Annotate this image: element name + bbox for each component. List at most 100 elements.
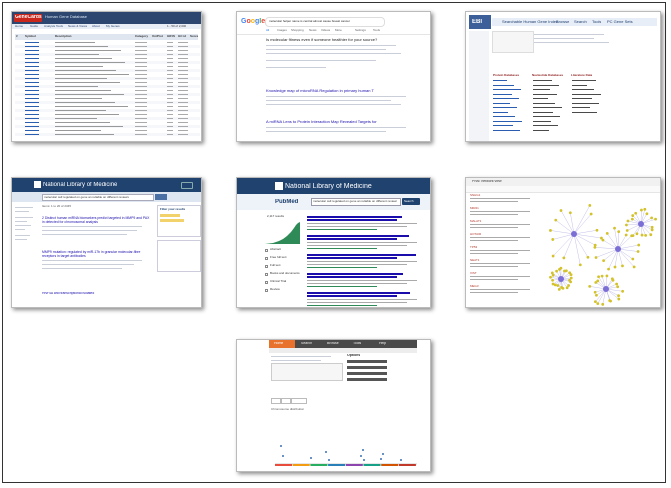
table-row[interactable] — [15, 121, 200, 124]
link-item[interactable] — [533, 125, 558, 126]
graph-node[interactable] — [569, 276, 573, 280]
graph-node[interactable] — [549, 275, 552, 279]
gene-symbol-link[interactable] — [25, 54, 39, 55]
gene-symbol-link[interactable] — [25, 102, 39, 103]
graph-node[interactable] — [644, 233, 648, 237]
graph-node[interactable] — [621, 264, 624, 268]
graph-node[interactable] — [600, 274, 604, 278]
tab-images[interactable]: Images — [277, 29, 287, 32]
data-point[interactable] — [363, 459, 365, 461]
graph-node[interactable] — [601, 302, 605, 306]
graph-node[interactable] — [605, 232, 609, 235]
chromosome-segment[interactable] — [363, 464, 381, 466]
chromosome-segment[interactable] — [398, 464, 416, 466]
network-graph[interactable] — [546, 194, 660, 306]
control-button[interactable] — [281, 398, 291, 404]
link-item[interactable] — [533, 102, 555, 104]
link-item[interactable] — [572, 93, 601, 95]
data-point[interactable] — [280, 445, 282, 447]
gene-symbol-link[interactable] — [25, 62, 39, 63]
gene-symbol-link[interactable] — [25, 98, 39, 99]
result-link[interactable]: A miRNA Lens to Protein Interaction Map … — [266, 120, 416, 124]
genecards-logo[interactable]: GeneCards — [14, 14, 42, 22]
link-item[interactable] — [572, 84, 587, 86]
filter-checkbox[interactable] — [265, 289, 268, 292]
graph-node[interactable] — [631, 234, 635, 237]
graph-node[interactable] — [654, 217, 657, 221]
gene-symbol-link[interactable] — [25, 122, 39, 123]
graph-node[interactable] — [615, 282, 619, 286]
tab-more[interactable]: More — [335, 29, 342, 32]
result-title-link[interactable] — [307, 276, 397, 278]
hub-node[interactable] — [571, 231, 577, 237]
tab-active[interactable]: Home — [269, 340, 295, 348]
column-header[interactable]: Symbol — [25, 35, 36, 38]
link-item[interactable] — [493, 116, 515, 117]
graph-node[interactable] — [588, 204, 592, 207]
menu-item[interactable]: PC Gene Sets — [607, 20, 633, 24]
hub-node[interactable] — [615, 246, 621, 252]
control-button[interactable] — [291, 398, 307, 404]
data-point[interactable] — [310, 457, 312, 459]
graph-node[interactable] — [624, 233, 628, 237]
graph-node[interactable] — [557, 287, 561, 291]
data-point[interactable] — [382, 453, 384, 455]
table-row[interactable] — [15, 85, 200, 88]
graph-node[interactable] — [559, 266, 563, 270]
data-point[interactable] — [380, 458, 382, 460]
graph-node[interactable] — [601, 238, 605, 242]
graph-node[interactable] — [554, 218, 558, 222]
link-item[interactable] — [493, 125, 513, 126]
link-item[interactable] — [493, 80, 507, 81]
graph-node[interactable] — [605, 274, 609, 278]
hub-node[interactable] — [603, 286, 609, 292]
graph-node[interactable] — [650, 216, 654, 220]
table-row[interactable] — [15, 49, 200, 52]
graph-node[interactable] — [634, 211, 638, 215]
gene-symbol-link[interactable] — [25, 126, 39, 127]
table-row[interactable] — [15, 61, 200, 64]
tab-settings[interactable]: Settings — [355, 29, 366, 32]
gene-symbol-link[interactable] — [25, 86, 39, 87]
graph-node[interactable] — [626, 219, 630, 223]
nav-item[interactable]: My Genes — [106, 25, 120, 28]
link-item[interactable] — [533, 98, 548, 99]
gene-symbol-link[interactable] — [25, 46, 39, 47]
result-title-link[interactable] — [307, 216, 402, 218]
graph-node[interactable] — [617, 230, 621, 234]
graph-node[interactable] — [650, 228, 654, 232]
graph-node[interactable] — [568, 211, 572, 215]
link-item[interactable] — [572, 111, 597, 113]
control-button[interactable] — [271, 398, 281, 404]
node-name[interactable]: HOTAIR — [470, 233, 481, 236]
gene-symbol-link[interactable] — [25, 134, 39, 135]
column-header[interactable]: Description — [55, 35, 72, 38]
result-title-link[interactable] — [307, 235, 409, 237]
link-item[interactable] — [493, 107, 517, 108]
data-point[interactable] — [400, 459, 402, 461]
search-button[interactable]: Search — [402, 198, 420, 205]
table-row[interactable] — [15, 77, 200, 80]
table-row[interactable] — [15, 97, 200, 100]
table-row[interactable] — [15, 93, 200, 96]
graph-node[interactable] — [562, 256, 566, 260]
graph-node[interactable] — [555, 269, 558, 273]
gene-symbol-link[interactable] — [25, 50, 39, 51]
gene-symbol-link[interactable] — [25, 114, 39, 115]
graph-node[interactable] — [625, 223, 628, 227]
graph-node[interactable] — [569, 273, 573, 277]
graph-node[interactable] — [551, 282, 555, 286]
table-row[interactable] — [15, 73, 200, 76]
result-title-link[interactable] — [307, 273, 403, 275]
table-row[interactable] — [15, 101, 200, 104]
graph-node[interactable] — [613, 226, 616, 230]
table-row[interactable] — [15, 129, 200, 132]
graph-node[interactable] — [645, 212, 649, 216]
tab-label[interactable]: Search — [301, 342, 312, 346]
link-item[interactable] — [533, 111, 553, 113]
node-name[interactable]: SNHG1 — [470, 194, 480, 197]
column-header[interactable]: Category — [135, 35, 148, 38]
nav-item[interactable]: Analysis Tools — [44, 25, 63, 28]
column-header[interactable]: Score — [190, 35, 198, 38]
graph-node[interactable] — [616, 285, 620, 289]
